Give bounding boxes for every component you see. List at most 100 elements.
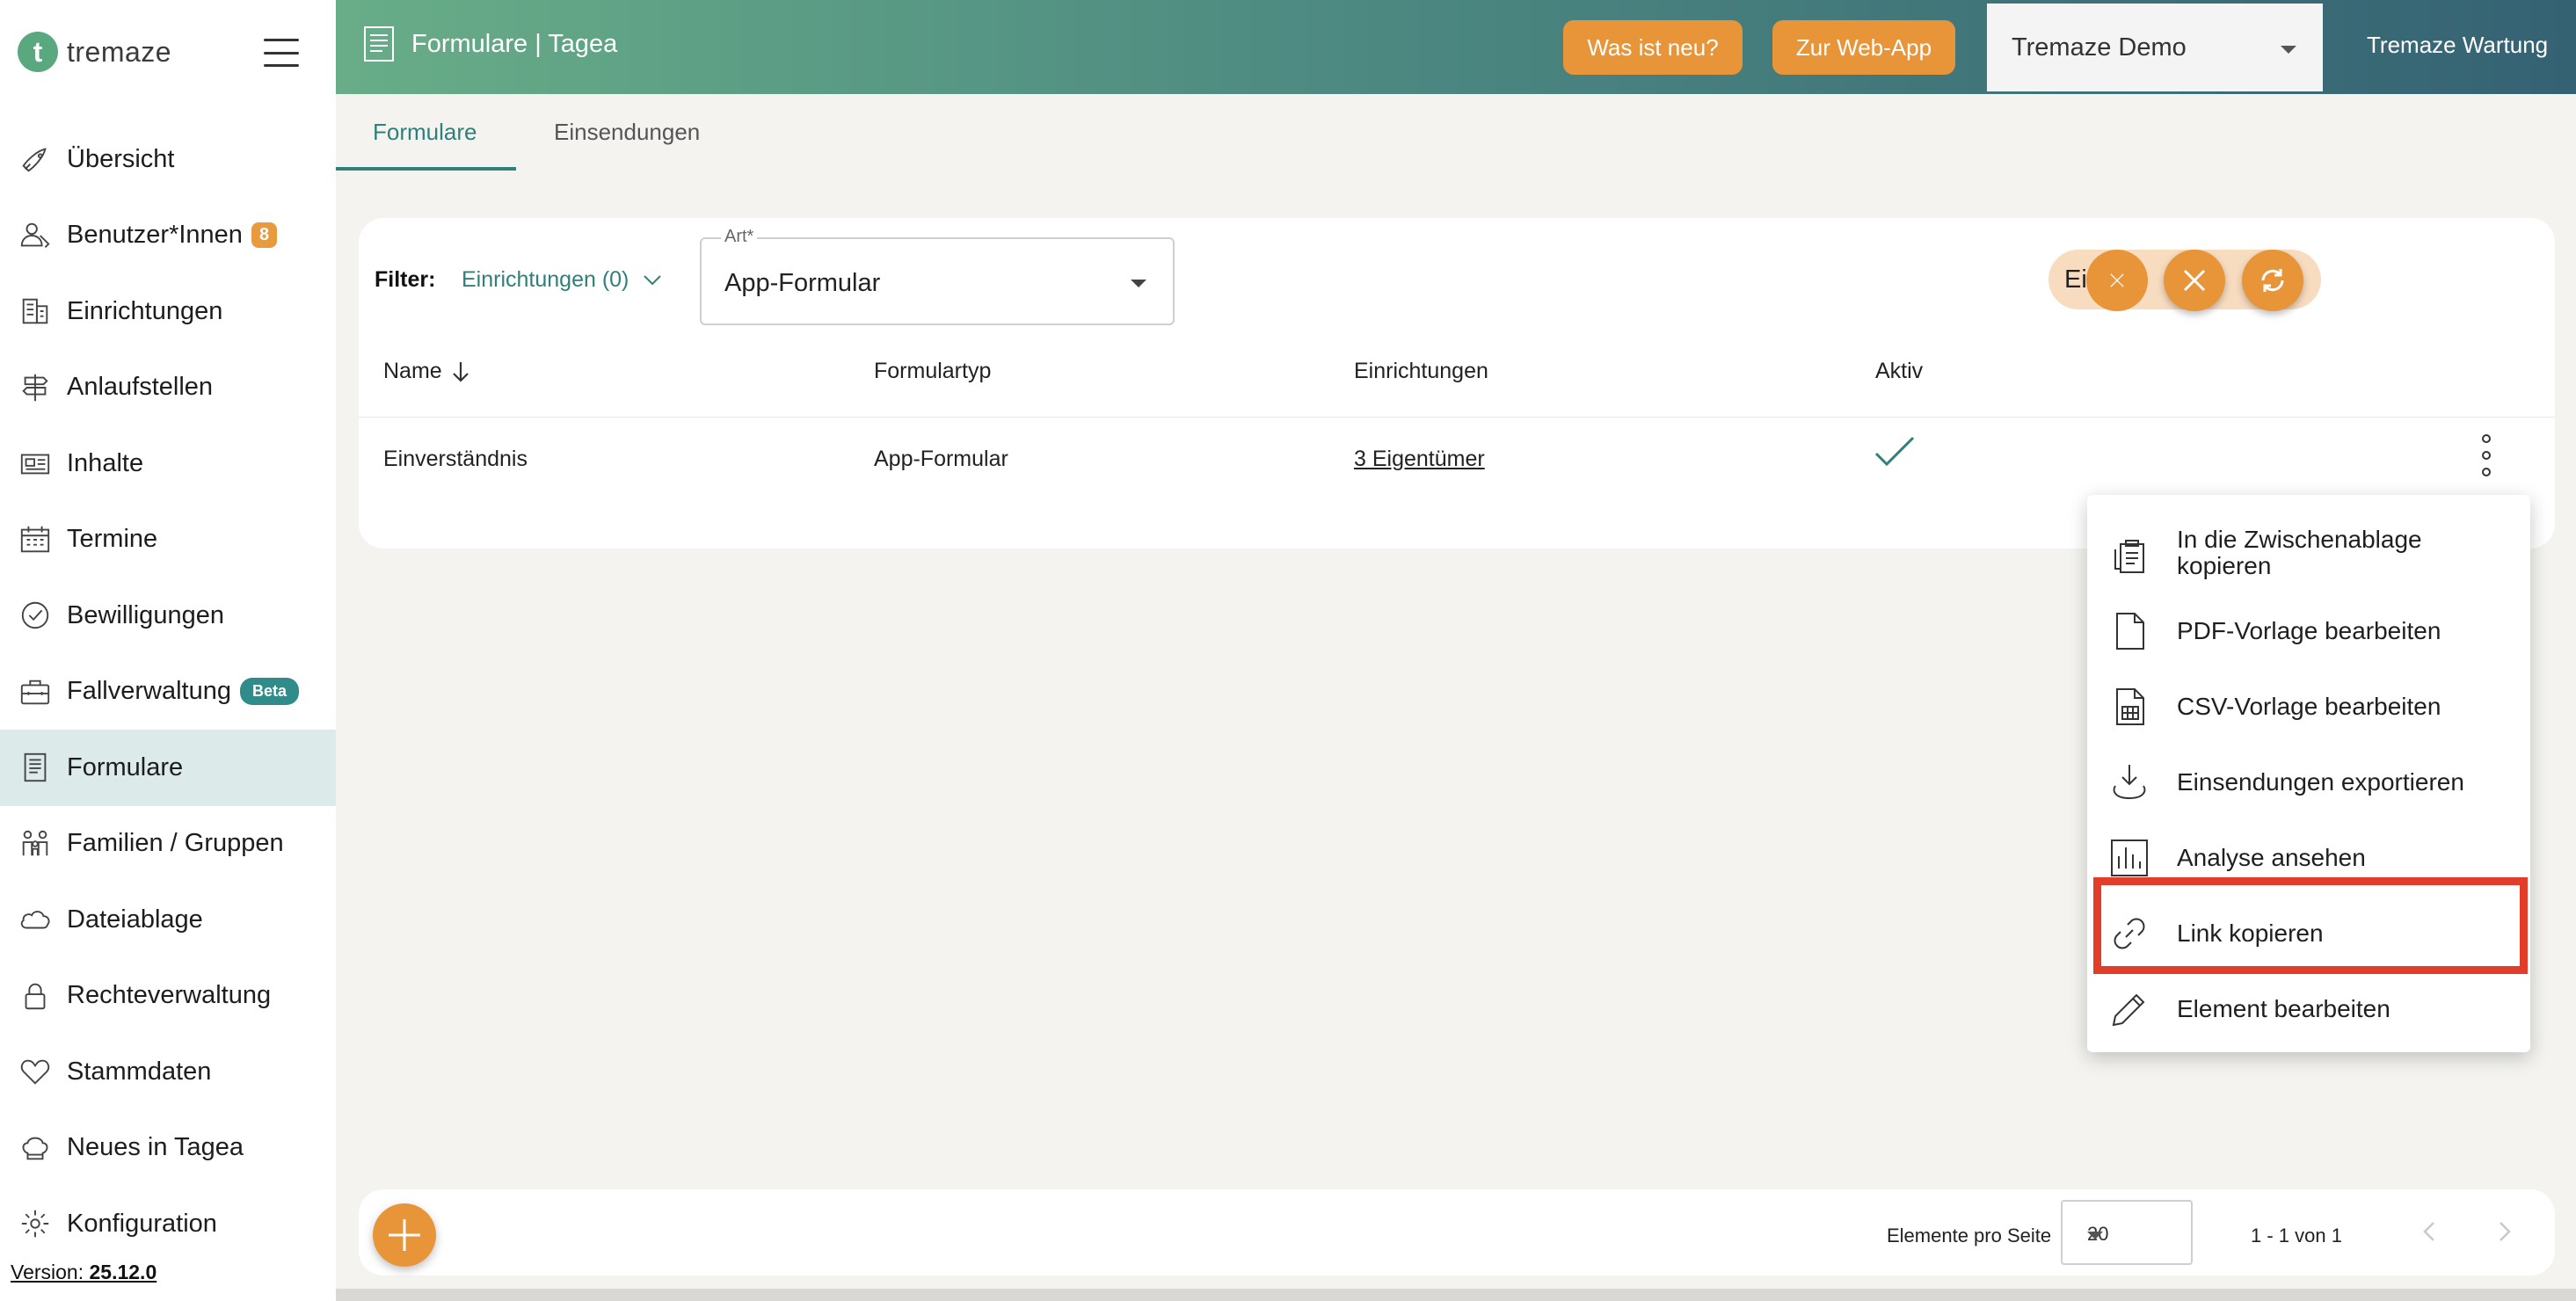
row-actions-kebab-icon[interactable] — [2478, 434, 2495, 476]
menu-toggle-icon[interactable] — [264, 39, 299, 67]
sidebar-item-label: Fallverwaltung — [67, 677, 231, 706]
sidebar-item-rechteverwaltung[interactable]: Rechteverwaltung — [0, 958, 336, 1035]
clear-search-button[interactable] — [2086, 250, 2148, 311]
sidebar-item-fallverwaltung[interactable]: Fallverwaltung Beta — [0, 654, 336, 730]
clipboard-icon — [2110, 537, 2149, 576]
close-search-button[interactable] — [2164, 250, 2225, 311]
sidebar-item-label: Übersicht — [67, 144, 175, 173]
menu-item-label: Analyse ansehen — [2177, 844, 2366, 871]
close-icon — [2110, 273, 2124, 287]
logo-mark: t — [18, 32, 58, 72]
users-icon — [18, 218, 53, 253]
chevron-down-icon — [644, 274, 662, 285]
art-select[interactable]: Art* App-Formular — [700, 227, 1175, 325]
tab-einsendungen[interactable]: Einsendungen — [554, 119, 700, 146]
heart-icon — [18, 1054, 53, 1089]
menu-item-csv-template[interactable]: CSV-Vorlage bearbeiten — [2087, 669, 2530, 745]
per-page-select[interactable]: 20 — [2061, 1200, 2193, 1265]
facilities-owner-link[interactable]: 3 Eigentümer — [1354, 447, 1485, 472]
pagination-range: 1 - 1 von 1 — [2251, 1225, 2342, 1246]
chevron-right-icon — [2500, 1222, 2511, 1241]
building-icon — [18, 294, 53, 329]
column-header-name[interactable]: Name — [383, 359, 470, 384]
document-icon — [2110, 612, 2149, 650]
menu-item-pdf-template[interactable]: PDF-Vorlage bearbeiten — [2087, 593, 2530, 669]
whats-new-button[interactable]: Was ist neu? — [1563, 20, 1743, 75]
next-page-button[interactable] — [2486, 1214, 2521, 1249]
menu-item-label: Einsendungen exportieren — [2177, 768, 2464, 796]
version-link[interactable]: Version: 25.12.0 — [11, 1261, 156, 1284]
column-header-type: Formulartyp — [874, 359, 992, 383]
art-select-value: App-Formular — [724, 269, 881, 297]
sidebar-item-termine[interactable]: Termine — [0, 502, 336, 578]
sidebar-item-inhalte[interactable]: Inhalte — [0, 425, 336, 502]
form-icon — [18, 750, 53, 785]
sidebar-item-einrichtungen[interactable]: Einrichtungen — [0, 273, 336, 350]
check-circle-icon — [18, 598, 53, 633]
web-app-button[interactable]: Zur Web-App — [1772, 20, 1955, 75]
tab-formulare[interactable]: Formulare — [373, 119, 477, 146]
tab-bar: Formulare Einsendungen — [336, 94, 2576, 171]
sidebar-item-konfiguration[interactable]: Konfiguration — [0, 1186, 336, 1262]
refresh-icon — [2261, 269, 2284, 292]
page-header-title: Formulare | Tagea — [362, 25, 617, 63]
art-select-label: Art* — [721, 227, 758, 247]
header-title-text: Formulare | Tagea — [411, 29, 618, 58]
menu-item-label: PDF-Vorlage bearbeiten — [2177, 617, 2441, 644]
table-divider — [359, 417, 2555, 418]
download-icon — [2110, 763, 2149, 802]
plus-icon — [389, 1219, 420, 1251]
chevron-down-icon — [2281, 46, 2296, 54]
filter-label: Filter: — [375, 267, 436, 292]
logo[interactable]: t tremaze — [18, 32, 171, 72]
signpost-icon — [18, 370, 53, 405]
previous-page-button[interactable] — [2412, 1214, 2448, 1249]
tenant-select[interactable]: Tremaze Demo — [1987, 4, 2323, 91]
top-header: Formulare | Tagea Was ist neu? Zur Web-A… — [336, 0, 2576, 94]
version-label: Version: — [11, 1261, 90, 1283]
sidebar-item-bewilligungen[interactable]: Bewilligungen — [0, 578, 336, 654]
menu-item-label: In die Zwischenablage kopieren — [2177, 526, 2422, 579]
sidebar-item-anlaufstellen[interactable]: Anlaufstellen — [0, 350, 336, 426]
user-menu[interactable]: Tremaze Wartung — [2367, 32, 2548, 59]
newspaper-icon — [18, 446, 53, 481]
lock-icon — [18, 978, 53, 1014]
facility-filter-dropdown[interactable]: Einrichtungen (0) — [462, 267, 662, 293]
briefcase-icon — [18, 674, 53, 709]
cell-name: Einverständnis — [383, 447, 528, 471]
arrow-down-icon — [452, 361, 469, 382]
sidebar-item-neues[interactable]: Neues in Tagea — [0, 1110, 336, 1187]
sidebar-item-stammdaten[interactable]: Stammdaten — [0, 1034, 336, 1110]
sidebar-item-label: Einrichtungen — [67, 296, 223, 325]
sidebar-nav: Übersicht Benutzer*Innen 8 Einrichtungen… — [0, 121, 336, 1262]
cloud-icon — [18, 902, 53, 937]
sidebar-item-formulare[interactable]: Formulare — [0, 730, 336, 806]
menu-item-copy-clipboard[interactable]: In die Zwischenablage kopieren — [2087, 521, 2530, 592]
menu-item-label: Element bearbeiten — [2177, 995, 2390, 1022]
sidebar-item-familien[interactable]: Familien / Gruppen — [0, 806, 336, 883]
menu-item-label: CSV-Vorlage bearbeiten — [2177, 693, 2441, 720]
column-header-facilities: Einrichtungen — [1354, 359, 1488, 383]
sidebar-item-label: Formulare — [67, 752, 184, 781]
refresh-button[interactable] — [2242, 250, 2303, 311]
column-header-active: Aktiv — [1875, 359, 1924, 383]
sidebar-item-label: Stammdaten — [67, 1057, 212, 1086]
chevron-down-icon — [2087, 1232, 2103, 1239]
chevron-down-icon — [1131, 280, 1146, 287]
menu-item-export-submissions[interactable]: Einsendungen exportieren — [2087, 745, 2530, 820]
sidebar-item-label: Inhalte — [67, 448, 144, 477]
rocket-icon — [18, 142, 53, 177]
pencil-icon — [2110, 990, 2149, 1028]
sidebar-item-dateiablage[interactable]: Dateiablage — [0, 882, 336, 958]
sidebar-item-label: Familien / Gruppen — [67, 829, 284, 858]
version-number: 25.12.0 — [89, 1261, 157, 1283]
menu-item-edit-element[interactable]: Element bearbeiten — [2087, 971, 2530, 1047]
chef-hat-icon — [18, 1130, 53, 1166]
chevron-left-icon — [2423, 1222, 2434, 1241]
add-form-button[interactable] — [373, 1203, 436, 1267]
per-page-label: Elemente pro Seite — [1887, 1225, 2052, 1246]
sidebar-item-uebersicht[interactable]: Übersicht — [0, 121, 336, 198]
bottom-scroll-strip — [336, 1289, 2576, 1301]
form-icon — [364, 26, 394, 62]
sidebar-item-benutzer[interactable]: Benutzer*Innen 8 — [0, 198, 336, 274]
